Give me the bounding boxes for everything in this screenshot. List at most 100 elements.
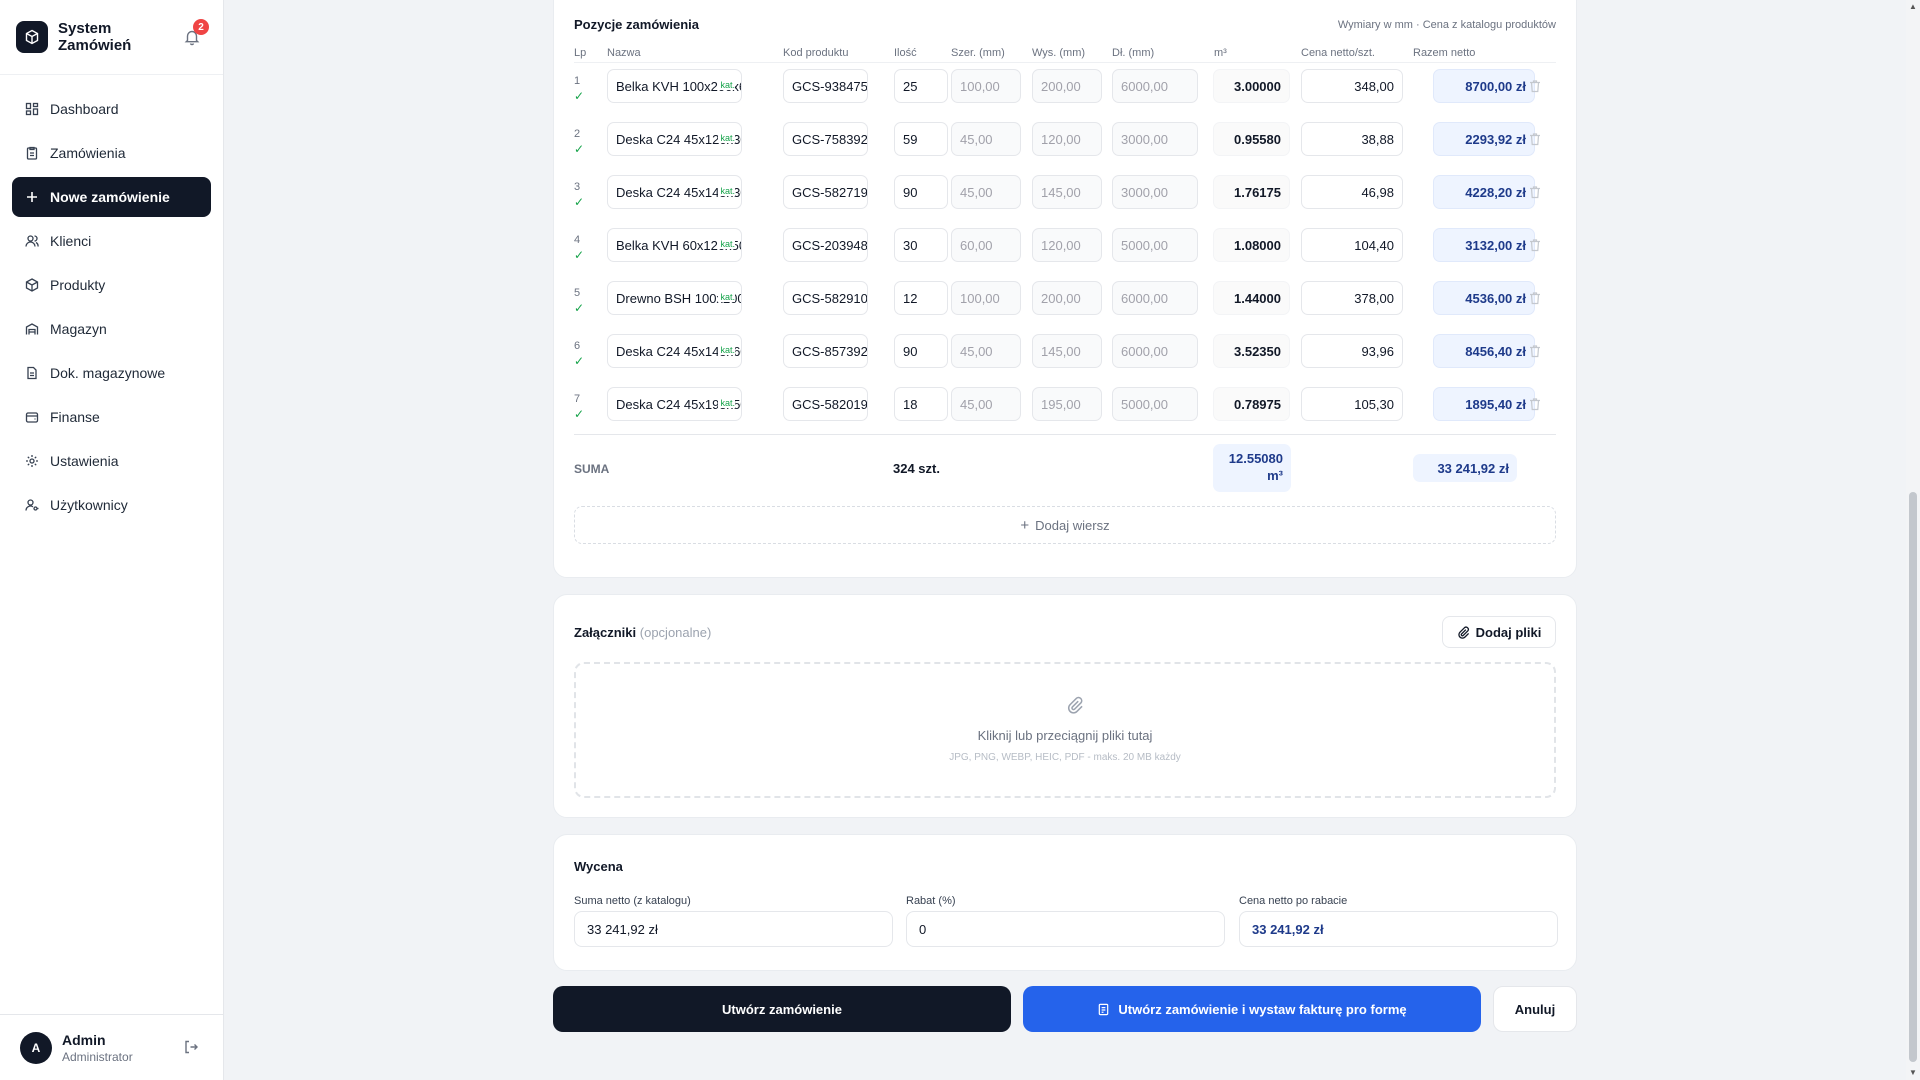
unit-price-input[interactable]: 38,88 (1301, 122, 1403, 156)
add-row-button[interactable]: + Dodaj wiersz (574, 506, 1556, 544)
row-total-value: 1895,40 zł (1433, 387, 1535, 421)
unit-price-input-text: 104,40 (1354, 237, 1394, 253)
scroll-up-icon[interactable]: ▲ (1908, 2, 1918, 12)
product-code-input[interactable]: GCS-5820194 (783, 387, 868, 421)
sidebar-item-ustawienia[interactable]: Ustawienia (12, 441, 211, 481)
length-input[interactable]: 6000,00 (1112, 281, 1198, 315)
product-code-input[interactable]: GCS-7583920 (783, 122, 868, 156)
width-input[interactable]: 45,00 (951, 334, 1021, 368)
catalog-badge: kat. (718, 292, 735, 302)
product-name-input[interactable]: Deska C24 45x120x3000kat. (607, 122, 742, 156)
product-name-input[interactable]: Belka KVH 100x200x6000kat. (607, 69, 742, 103)
col-lp: Lp (574, 47, 587, 59)
items-title: Pozycje zamówienia (574, 17, 699, 32)
unit-price-input[interactable]: 378,00 (1301, 281, 1403, 315)
trash-icon[interactable] (1528, 132, 1542, 146)
unit-price-input[interactable]: 104,40 (1301, 228, 1403, 262)
net-after-discount-field: Cena netto po rabacie 33 241,92 zł (1239, 895, 1558, 947)
width-input[interactable]: 100,00 (951, 281, 1021, 315)
length-input[interactable]: 3000,00 (1112, 175, 1198, 209)
unit-price-input[interactable]: 93,96 (1301, 334, 1403, 368)
height-input[interactable]: 195,00 (1032, 387, 1102, 421)
sidebar-item-label: Produkty (50, 277, 106, 293)
row-total-value: 4536,00 zł (1433, 281, 1535, 315)
product-name-input[interactable]: Deska C24 45x145x6000kat. (607, 334, 742, 368)
scroll-down-icon[interactable]: ▼ (1908, 1068, 1918, 1078)
quantity-input[interactable]: 18 (894, 387, 948, 421)
sidebar-item-dok-magazynowe[interactable]: Dok. magazynowe (12, 353, 211, 393)
trash-icon[interactable] (1528, 185, 1542, 199)
sidebar-item-zamówienia[interactable]: Zamówienia (12, 133, 211, 173)
scroll-thumb[interactable] (1909, 492, 1917, 1062)
quantity-input[interactable]: 12 (894, 281, 948, 315)
create-order-invoice-label: Utwórz zamówienie i wystaw fakturę pro f… (1118, 1001, 1407, 1017)
cancel-button[interactable]: Anuluj (1493, 986, 1577, 1032)
volume-value-text: 3.00000 (1234, 78, 1281, 94)
length-input[interactable]: 6000,00 (1112, 334, 1198, 368)
sidebar-item-klienci[interactable]: Klienci (12, 221, 211, 261)
page-scrollbar[interactable]: ▲ ▼ (1906, 0, 1920, 1080)
unit-price-input[interactable]: 105,30 (1301, 387, 1403, 421)
trash-icon[interactable] (1528, 397, 1542, 411)
add-files-button[interactable]: Dodaj pliki (1442, 616, 1556, 648)
length-input[interactable]: 5000,00 (1112, 228, 1198, 262)
length-input[interactable]: 6000,00 (1112, 69, 1198, 103)
net-after-discount-input[interactable]: 33 241,92 zł (1239, 911, 1558, 947)
length-input[interactable]: 5000,00 (1112, 387, 1198, 421)
sidebar-item-dashboard[interactable]: Dashboard (12, 89, 211, 129)
quantity-input[interactable]: 59 (894, 122, 948, 156)
sidebar-item-użytkownicy[interactable]: Użytkownicy (12, 485, 211, 525)
product-name-input[interactable]: Drewno BSH 100x200x6000kat. (607, 281, 742, 315)
width-input[interactable]: 45,00 (951, 122, 1021, 156)
width-input[interactable]: 45,00 (951, 175, 1021, 209)
quantity-input-text: 90 (903, 343, 918, 359)
sidebar-item-finanse[interactable]: Finanse (12, 397, 211, 437)
row-total-value-text: 8456,40 zł (1465, 343, 1526, 359)
quantity-input[interactable]: 90 (894, 175, 948, 209)
row-number: 2 (574, 128, 581, 140)
quantity-input[interactable]: 30 (894, 228, 948, 262)
attachments-optional: (opcjonalne) (639, 625, 712, 640)
table-row: 6 ✓ Deska C24 45x145x6000kat. GCS-8573920 90… (574, 332, 1556, 385)
unit-price-input-text: 38,88 (1361, 131, 1394, 147)
product-code-input[interactable]: GCS-8573920 (783, 334, 868, 368)
sidebar-item-produkty[interactable]: Produkty (12, 265, 211, 305)
sum-label: SUMA (574, 462, 610, 476)
product-code-input[interactable]: GCS-5829103 (783, 281, 868, 315)
height-input[interactable]: 145,00 (1032, 334, 1102, 368)
quantity-input[interactable]: 25 (894, 69, 948, 103)
product-name-input[interactable]: Deska C24 45x195x5000kat. (607, 387, 742, 421)
unit-price-input-text: 378,00 (1354, 290, 1394, 306)
unit-price-input[interactable]: 46,98 (1301, 175, 1403, 209)
height-input[interactable]: 120,00 (1032, 228, 1102, 262)
unit-price-input[interactable]: 348,00 (1301, 69, 1403, 103)
create-order-invoice-button[interactable]: Utwórz zamówienie i wystaw fakturę pro f… (1023, 986, 1481, 1032)
trash-icon[interactable] (1528, 344, 1542, 358)
sidebar-item-magazyn[interactable]: Magazyn (12, 309, 211, 349)
logout-icon[interactable] (183, 1039, 199, 1055)
width-input[interactable]: 60,00 (951, 228, 1021, 262)
quantity-input[interactable]: 90 (894, 334, 948, 368)
height-input[interactable]: 145,00 (1032, 175, 1102, 209)
product-code-input[interactable]: GCS-5827194 (783, 175, 868, 209)
row-number: 5 (574, 287, 581, 299)
product-code-input[interactable]: GCS-9384756 (783, 69, 868, 103)
width-input[interactable]: 45,00 (951, 387, 1021, 421)
trash-icon[interactable] (1528, 79, 1542, 93)
length-input[interactable]: 3000,00 (1112, 122, 1198, 156)
file-dropzone[interactable]: Kliknij lub przeciągnij pliki tutaj JPG,… (574, 662, 1556, 798)
trash-icon[interactable] (1528, 238, 1542, 252)
trash-icon[interactable] (1528, 291, 1542, 305)
product-name-input[interactable]: Belka KVH 60x120x5000kat. (607, 228, 742, 262)
create-order-button[interactable]: Utwórz zamówienie (553, 986, 1011, 1032)
height-input[interactable]: 120,00 (1032, 122, 1102, 156)
height-input[interactable]: 200,00 (1032, 281, 1102, 315)
height-input[interactable]: 200,00 (1032, 69, 1102, 103)
sidebar-item-nowe-zamówienie[interactable]: Nowe zamówienie (12, 177, 211, 217)
width-input[interactable]: 100,00 (951, 69, 1021, 103)
product-code-input[interactable]: GCS-2039481 (783, 228, 868, 262)
height-input-text: 120,00 (1041, 237, 1081, 253)
net-sum-input[interactable]: 33 241,92 zł (574, 911, 893, 947)
product-name-input[interactable]: Deska C24 45x145x3000kat. (607, 175, 742, 209)
discount-input[interactable]: 0 (906, 911, 1225, 947)
